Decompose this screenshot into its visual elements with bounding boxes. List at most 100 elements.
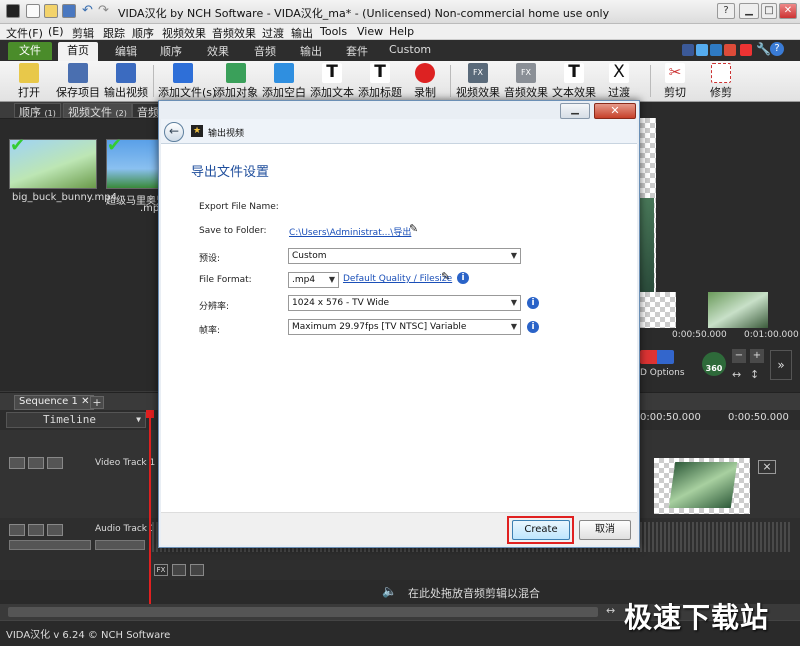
dropdown-arrow-icon[interactable]: ▼ bbox=[136, 413, 141, 427]
tab-video-files[interactable]: 视频文件 (2) bbox=[63, 103, 132, 119]
tab-effects[interactable]: 效果 bbox=[207, 43, 229, 59]
record-button[interactable]: 录制 bbox=[410, 63, 440, 100]
dialog-minimize-button[interactable]: ▁ bbox=[560, 103, 590, 119]
info-icon[interactable]: i bbox=[527, 297, 539, 309]
google-plus-icon[interactable] bbox=[724, 44, 736, 56]
menu-view[interactable]: View bbox=[357, 25, 383, 38]
track-mute-icon[interactable] bbox=[9, 524, 25, 536]
help-circle-icon[interactable]: ? bbox=[770, 42, 784, 56]
track-lock-icon[interactable] bbox=[47, 524, 63, 536]
cut-button[interactable]: ✂ 剪切 bbox=[660, 63, 690, 100]
menu-tools[interactable]: Tools bbox=[320, 25, 347, 38]
track-eye-icon[interactable] bbox=[9, 457, 25, 469]
tab-output[interactable]: 输出 bbox=[300, 43, 322, 59]
zoom-out-icon[interactable]: − bbox=[732, 349, 746, 363]
360-button[interactable]: 360 bbox=[702, 352, 726, 376]
scrollbar-thumb[interactable] bbox=[8, 607, 598, 617]
info-icon[interactable]: i bbox=[457, 272, 469, 284]
edit-folder-pencil-icon[interactable]: ✎ bbox=[409, 222, 418, 235]
close-tab-icon[interactable]: ✕ bbox=[81, 396, 89, 407]
fit-vertical-icon[interactable]: ↕ bbox=[750, 368, 759, 381]
3d-options-button[interactable]: D Options bbox=[640, 368, 685, 378]
audio-effects-button[interactable]: FX 音频效果 bbox=[504, 63, 548, 100]
linkedin-icon[interactable] bbox=[710, 44, 722, 56]
fit-horizontal-icon[interactable]: ↔ bbox=[732, 368, 741, 381]
close-button[interactable]: ✕ bbox=[779, 3, 797, 19]
add-sequence-icon[interactable]: + bbox=[90, 396, 104, 409]
pan-slider[interactable] bbox=[95, 540, 145, 550]
menu-help[interactable]: Help bbox=[389, 25, 414, 38]
menu-sequence[interactable]: 顺序 bbox=[132, 25, 154, 41]
open-button[interactable]: 打开 bbox=[14, 63, 44, 100]
trim-button[interactable]: 修剪 bbox=[706, 63, 736, 100]
wrench-icon[interactable]: 🔧 bbox=[756, 42, 771, 56]
dialog-close-button[interactable]: ✕ bbox=[594, 103, 636, 119]
playhead-handle[interactable] bbox=[146, 410, 154, 418]
tab-sequence-1[interactable]: Sequence 1 ✕ bbox=[14, 395, 95, 410]
help-icon[interactable]: ? bbox=[717, 3, 735, 19]
back-arrow-icon[interactable]: ← bbox=[164, 122, 184, 142]
save-icon[interactable] bbox=[62, 4, 76, 18]
menu-audio-effects[interactable]: 音频效果 bbox=[212, 25, 256, 41]
resolution-select[interactable]: 1024 x 576 - TV Wide ▼ bbox=[288, 295, 521, 311]
menu-track[interactable]: 跟踪 bbox=[103, 25, 125, 41]
open-folder-icon[interactable] bbox=[44, 4, 58, 18]
tab-sequences[interactable]: 顺序 (1) bbox=[14, 103, 61, 119]
fx-button[interactable]: FX bbox=[154, 564, 168, 576]
link-icon[interactable] bbox=[190, 564, 204, 576]
youtube-icon[interactable] bbox=[740, 44, 752, 56]
redo-icon[interactable]: ↷ bbox=[98, 3, 109, 18]
video-effects-button[interactable]: FX 视频效果 bbox=[456, 63, 500, 100]
more-arrow-icon[interactable]: » bbox=[770, 350, 792, 380]
volume-slider[interactable] bbox=[9, 540, 91, 550]
preset-select[interactable]: Custom ▼ bbox=[288, 248, 521, 264]
tab-suite[interactable]: 套件 bbox=[346, 43, 368, 59]
info-icon[interactable]: i bbox=[527, 321, 539, 333]
menu-clip[interactable]: 剪辑 bbox=[72, 25, 94, 41]
track-solo-icon[interactable] bbox=[28, 457, 44, 469]
tab-sequence[interactable]: 顺序 bbox=[160, 43, 182, 59]
expand-icon[interactable]: ↔ bbox=[606, 604, 615, 617]
menu-transitions[interactable]: 过渡 bbox=[262, 25, 284, 41]
tab-edit[interactable]: 编辑 bbox=[115, 43, 137, 59]
export-video-button[interactable]: 输出视频 bbox=[104, 63, 148, 100]
file-format-select[interactable]: .mp4 ▼ bbox=[288, 272, 339, 288]
add-blank-button[interactable]: 添加空白 bbox=[262, 63, 306, 100]
text-effects-button[interactable]: T 文本效果 bbox=[552, 63, 596, 100]
transition-icon[interactable]: ⨯ bbox=[758, 460, 776, 474]
facebook-icon[interactable] bbox=[682, 44, 694, 56]
minimize-button[interactable]: ▁ bbox=[739, 3, 759, 19]
menu-video-effects[interactable]: 视频效果 bbox=[162, 25, 206, 41]
tab-file[interactable]: 文件 bbox=[8, 42, 52, 60]
zoom-in-icon[interactable]: + bbox=[750, 349, 764, 363]
cancel-button[interactable]: 取消 bbox=[579, 520, 631, 540]
framerate-select[interactable]: Maximum 29.97fps [TV NTSC] Variable ▼ bbox=[288, 319, 521, 335]
tab-audio[interactable]: 音频 bbox=[254, 43, 276, 59]
tab-custom[interactable]: Custom bbox=[389, 43, 431, 56]
new-file-icon[interactable] bbox=[26, 4, 40, 18]
create-button[interactable]: Create bbox=[512, 520, 570, 540]
tab-home[interactable]: 首页 bbox=[58, 42, 98, 61]
quality-filesize-link[interactable]: Default Quality / Filesize bbox=[343, 274, 452, 284]
undo-icon[interactable]: ↶ bbox=[82, 3, 93, 18]
transitions-button[interactable]: X 过渡 bbox=[604, 63, 634, 100]
add-title-button[interactable]: T 添加标题 bbox=[358, 63, 402, 100]
speaker-icon[interactable] bbox=[28, 524, 44, 536]
menu-file[interactable]: 文件(F) bbox=[6, 25, 43, 41]
twitter-icon[interactable] bbox=[696, 44, 708, 56]
playhead[interactable] bbox=[149, 410, 151, 604]
add-text-button[interactable]: T 添加文本 bbox=[310, 63, 354, 100]
track-lock-icon[interactable] bbox=[47, 457, 63, 469]
menu-bar: 文件(F) (E) 剪辑 跟踪 顺序 视频效果 音频效果 过渡 输出 Tools… bbox=[0, 24, 800, 40]
menu-output[interactable]: 输出 bbox=[291, 25, 313, 41]
add-files-button[interactable]: 添加文件(s) bbox=[158, 63, 216, 100]
save-folder-link[interactable]: C:\Users\Administrat...\导出 bbox=[289, 225, 411, 238]
check-icon: ✔ bbox=[107, 135, 123, 156]
file-format-label: File Format: bbox=[199, 275, 252, 285]
edit-quality-pencil-icon[interactable]: ✎ bbox=[441, 270, 450, 283]
add-object-button[interactable]: 添加对象 bbox=[214, 63, 258, 100]
menu-edit[interactable]: (E) bbox=[48, 25, 64, 38]
save-project-button[interactable]: 保存项目 bbox=[56, 63, 100, 100]
audio-clip-icon[interactable] bbox=[172, 564, 186, 576]
maximize-button[interactable]: □ bbox=[761, 3, 777, 19]
